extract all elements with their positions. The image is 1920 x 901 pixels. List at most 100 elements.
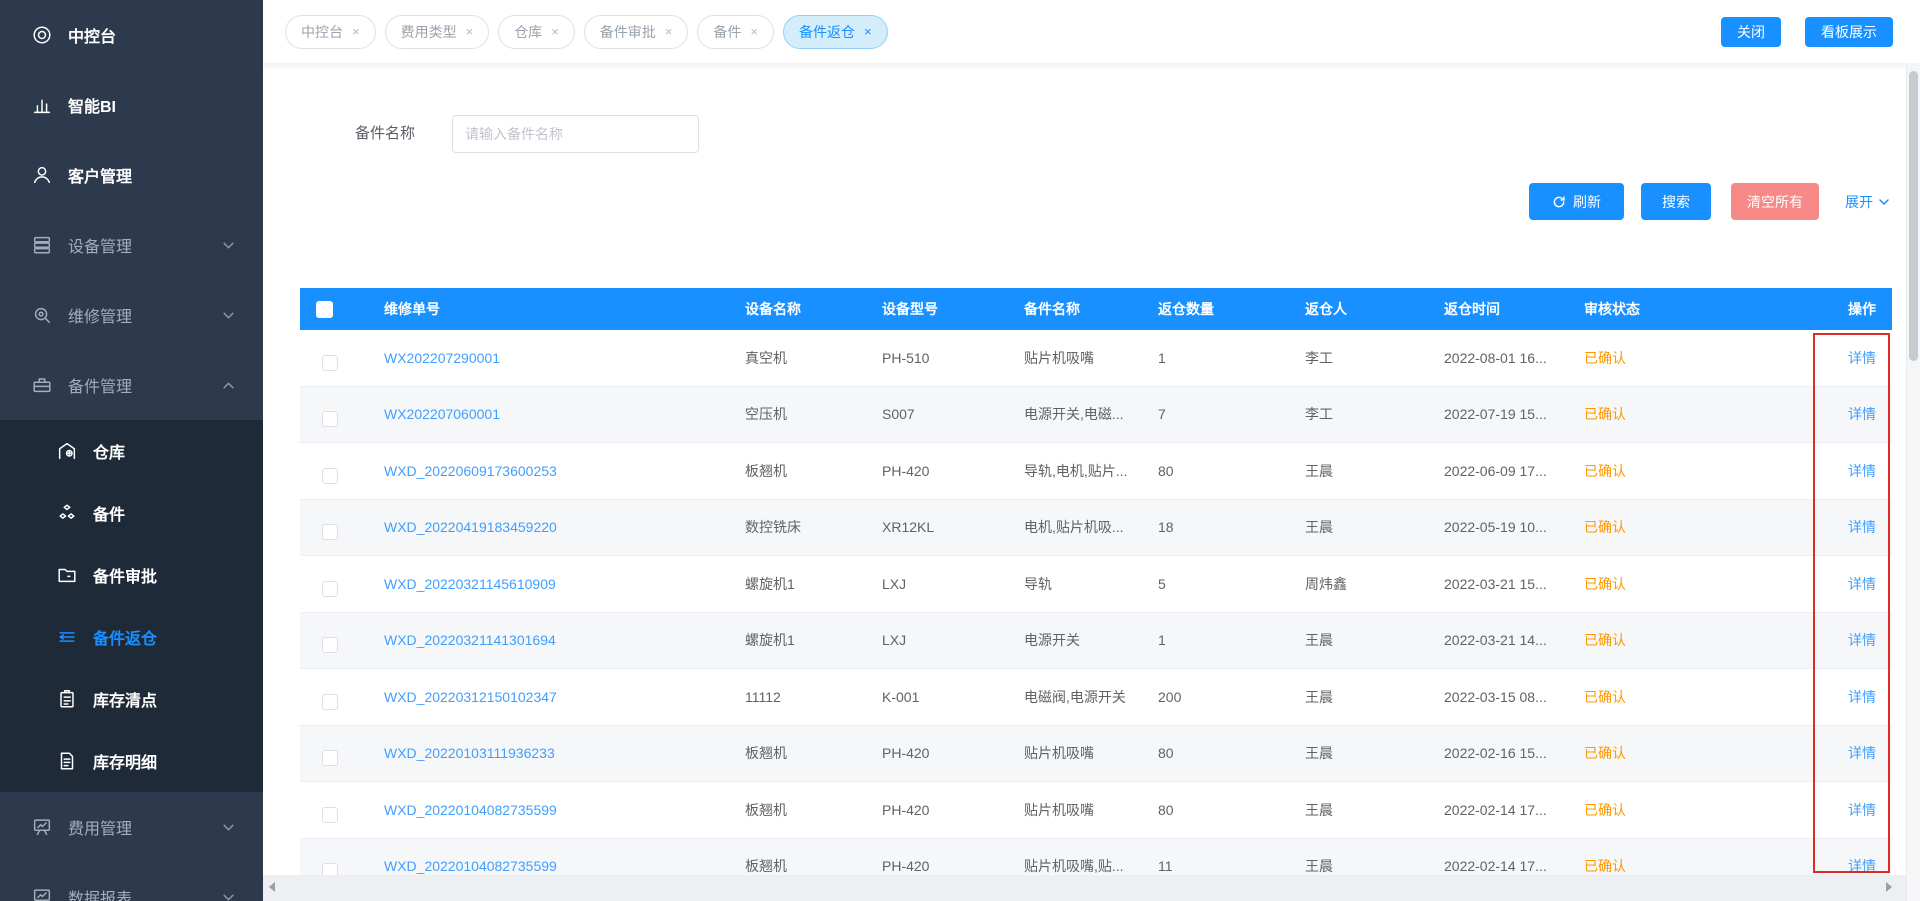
- row-checkbox[interactable]: [322, 637, 338, 653]
- detail-link[interactable]: 详情: [1790, 348, 1892, 368]
- sidebar-item[interactable]: 智能BI: [0, 70, 263, 140]
- tab-pill[interactable]: 备件审批 ×: [584, 15, 689, 49]
- return-qty-cell: 80: [1158, 802, 1305, 818]
- return-table: 维修单号 设备名称 设备型号 备件名称 返仓数量 返仓人 返仓时间 审核状态 操…: [300, 288, 1892, 875]
- tab-close-icon[interactable]: ×: [864, 25, 872, 38]
- table-row: WX202207060001 空压机 S007 电源开关,电磁... 7 李工 …: [300, 387, 1892, 444]
- clear-all-button[interactable]: 清空所有: [1731, 183, 1819, 220]
- tab-pill[interactable]: 备件 ×: [697, 15, 774, 49]
- vertical-scrollbar-thumb[interactable]: [1909, 71, 1918, 361]
- board-display-button[interactable]: 看板展示: [1805, 17, 1893, 47]
- sidebar-item[interactable]: 库存清点: [0, 668, 263, 730]
- return-person-cell: 王晨: [1305, 517, 1444, 537]
- chevron-down-icon: [222, 821, 235, 834]
- detail-link[interactable]: 详情: [1790, 800, 1892, 820]
- order-number-link[interactable]: WXD_20220321145610909: [384, 576, 745, 592]
- sidebar-item[interactable]: 仓库: [0, 420, 263, 482]
- device-model-cell: PH-420: [882, 463, 1024, 479]
- order-number-link[interactable]: WXD_20220104082735599: [384, 858, 745, 874]
- table-body: WX202207290001 真空机 PH-510 贴片机吸嘴 1 李工 202…: [300, 330, 1892, 875]
- repair-icon: [30, 303, 54, 327]
- scroll-right-arrow-icon[interactable]: [1886, 882, 1892, 892]
- audit-status-cell: 已确认: [1584, 687, 1790, 707]
- return-qty-cell: 5: [1158, 576, 1305, 592]
- sidebar-item[interactable]: 库存明细: [0, 730, 263, 792]
- row-checkbox[interactable]: [322, 411, 338, 427]
- row-checkbox[interactable]: [322, 807, 338, 823]
- tab-pill[interactable]: 中控台 ×: [285, 15, 376, 49]
- part-name-cell: 导轨,电机,贴片...: [1024, 461, 1158, 481]
- tab-close-icon[interactable]: ×: [466, 25, 474, 38]
- table-row: WXD_20220312150102347 11112 K-001 电磁阀,电源…: [300, 669, 1892, 726]
- col-header: 设备名称: [745, 299, 882, 319]
- sidebar-item[interactable]: 备件审批: [0, 544, 263, 606]
- refresh-button[interactable]: 刷新: [1529, 183, 1624, 220]
- tab-pill[interactable]: 备件返仓 ×: [783, 15, 888, 49]
- order-number-link[interactable]: WX202207290001: [384, 350, 745, 366]
- tab-close-icon[interactable]: ×: [665, 25, 673, 38]
- table-row: WXD_20220103111936233 板翘机 PH-420 贴片机吸嘴 8…: [300, 726, 1892, 783]
- select-all-checkbox[interactable]: [316, 301, 333, 318]
- sidebar-item[interactable]: 客户管理: [0, 140, 263, 210]
- chevron-down-icon: [222, 309, 235, 322]
- detail-link[interactable]: 详情: [1790, 404, 1892, 424]
- tab-close-icon[interactable]: ×: [352, 25, 360, 38]
- sidebar-item[interactable]: 费用管理: [0, 792, 263, 862]
- detail-link[interactable]: 详情: [1790, 517, 1892, 537]
- sidebar-item[interactable]: 数据报表: [0, 862, 263, 901]
- detail-link[interactable]: 详情: [1790, 574, 1892, 594]
- detail-link[interactable]: 详情: [1790, 856, 1892, 875]
- row-checkbox[interactable]: [322, 581, 338, 597]
- row-checkbox[interactable]: [322, 524, 338, 540]
- tab-close-icon[interactable]: ×: [750, 25, 758, 38]
- expand-toggle[interactable]: 展开: [1845, 183, 1890, 220]
- device-name-cell: 板翘机: [745, 743, 882, 763]
- audit-status-cell: 已确认: [1584, 630, 1790, 650]
- scroll-left-arrow-icon[interactable]: [269, 882, 275, 892]
- detail-link[interactable]: 详情: [1790, 743, 1892, 763]
- tab-bar: 中控台 × 费用类型 × 仓库 × 备件审批 × 备件 × 备件返仓 × 关闭 …: [263, 0, 1920, 63]
- order-number-link[interactable]: WXD_20220609173600253: [384, 463, 745, 479]
- return-time-cell: 2022-02-14 17...: [1444, 858, 1584, 874]
- tab-pill[interactable]: 费用类型 ×: [385, 15, 490, 49]
- return-person-cell: 王晨: [1305, 743, 1444, 763]
- sidebar-item[interactable]: 备件返仓: [0, 606, 263, 668]
- row-checkbox[interactable]: [322, 750, 338, 766]
- sidebar-item[interactable]: 设备管理: [0, 210, 263, 280]
- order-number-link[interactable]: WXD_20220104082735599: [384, 802, 745, 818]
- order-number-link[interactable]: WXD_20220103111936233: [384, 745, 745, 761]
- bi-chart-icon: [30, 93, 54, 117]
- device-model-cell: XR12KL: [882, 519, 1024, 535]
- tab-close-icon[interactable]: ×: [551, 25, 559, 38]
- return-time-cell: 2022-02-16 15...: [1444, 745, 1584, 761]
- order-number-link[interactable]: WXD_20220419183459220: [384, 519, 745, 535]
- close-button[interactable]: 关闭: [1721, 17, 1781, 47]
- sidebar-item[interactable]: 中控台: [0, 0, 263, 70]
- part-name-input[interactable]: [452, 115, 699, 153]
- device-name-cell: 板翘机: [745, 800, 882, 820]
- row-checkbox[interactable]: [322, 355, 338, 371]
- order-number-link[interactable]: WXD_20220312150102347: [384, 689, 745, 705]
- return-time-cell: 2022-05-19 10...: [1444, 519, 1584, 535]
- table-row: WXD_20220419183459220 数控铣床 XR12KL 电机,贴片机…: [300, 500, 1892, 557]
- row-checkbox[interactable]: [322, 468, 338, 484]
- part-name-cell: 导轨: [1024, 574, 1158, 594]
- detail-link[interactable]: 详情: [1790, 461, 1892, 481]
- sidebar-item[interactable]: 备件管理: [0, 350, 263, 420]
- sidebar-item[interactable]: 维修管理: [0, 280, 263, 350]
- row-checkbox[interactable]: [322, 694, 338, 710]
- return-person-cell: 王晨: [1305, 630, 1444, 650]
- order-number-link[interactable]: WX202207060001: [384, 406, 745, 422]
- tab-pill[interactable]: 仓库 ×: [498, 15, 575, 49]
- row-checkbox[interactable]: [322, 863, 338, 875]
- topbar-buttons: 关闭 看板展示: [1721, 17, 1893, 47]
- sidebar-item[interactable]: 备件: [0, 482, 263, 544]
- search-button[interactable]: 搜索: [1641, 183, 1711, 220]
- order-number-link[interactable]: WXD_20220321141301694: [384, 632, 745, 648]
- audit-status-cell: 已确认: [1584, 574, 1790, 594]
- detail-link[interactable]: 详情: [1790, 687, 1892, 707]
- chevron-up-icon: [222, 379, 235, 392]
- part-name-cell: 贴片机吸嘴,贴...: [1024, 856, 1158, 875]
- detail-link[interactable]: 详情: [1790, 630, 1892, 650]
- table-row: WXD_20220104082735599 板翘机 PH-420 贴片机吸嘴 8…: [300, 782, 1892, 839]
